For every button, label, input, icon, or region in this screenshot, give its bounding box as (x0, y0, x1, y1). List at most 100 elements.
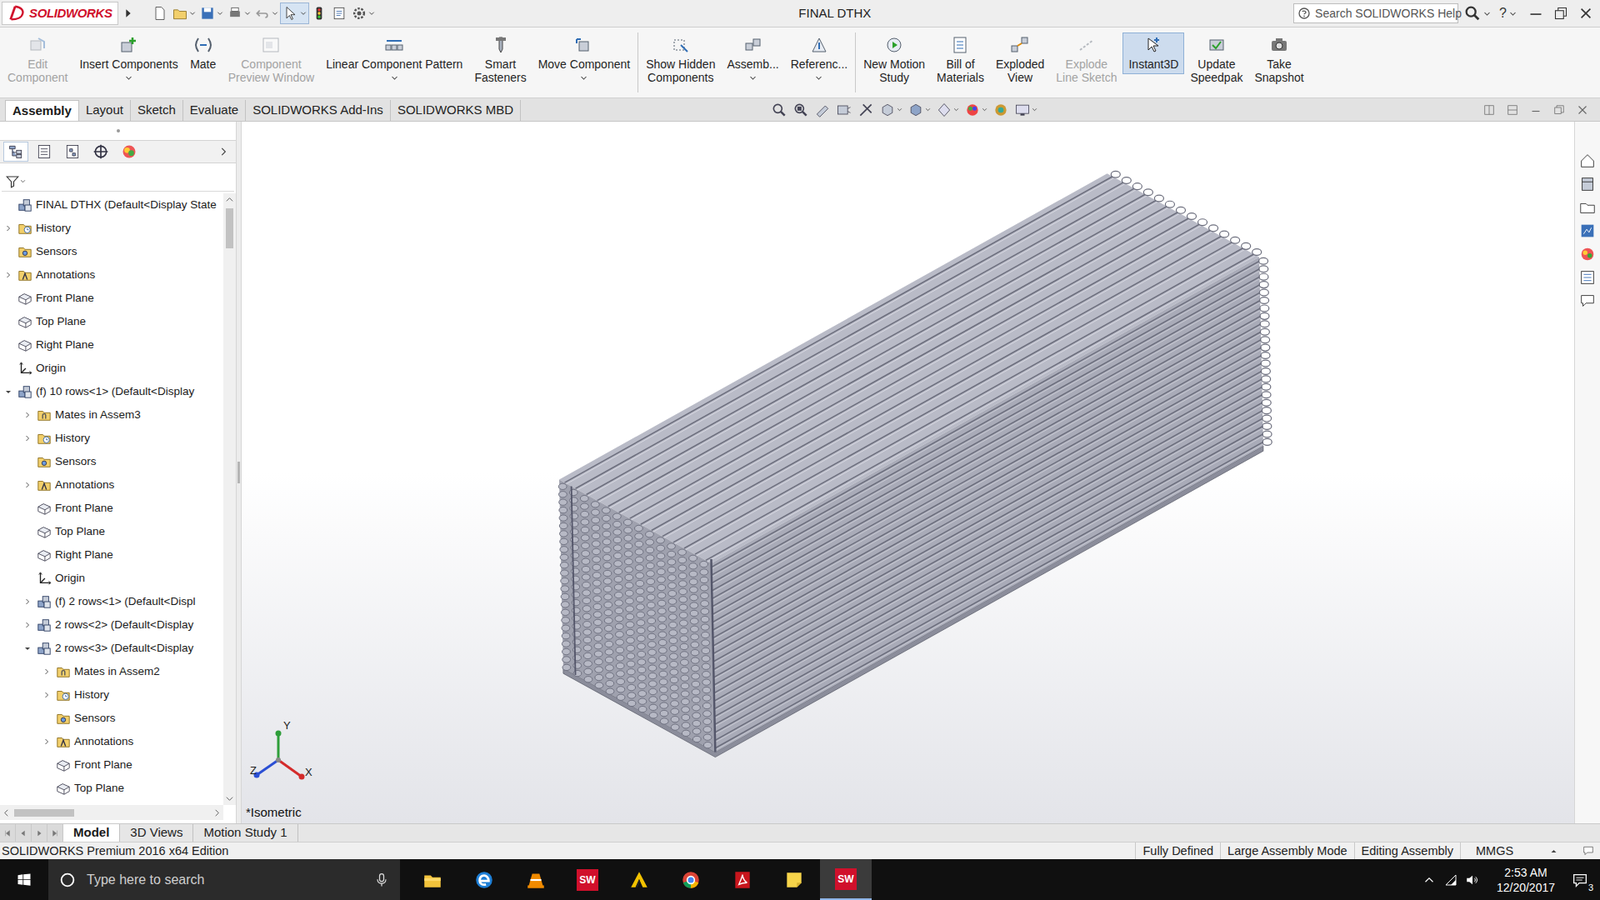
view-tool-button[interactable] (792, 101, 810, 119)
ribbon-button[interactable]: Bill of Materials (930, 32, 990, 88)
tree-row[interactable]: Front Plane (0, 286, 224, 310)
tree-expander[interactable] (40, 689, 53, 701)
expand-menu-icon[interactable] (121, 6, 135, 20)
dropdown-icon[interactable] (749, 74, 757, 82)
view-tool-button[interactable] (857, 101, 875, 119)
chevron-right-icon[interactable] (3, 223, 14, 234)
action-center-button[interactable]: 3 (1560, 859, 1600, 900)
ribbon-button[interactable]: Update Speedpak (1184, 32, 1249, 88)
tree-expander[interactable] (21, 595, 34, 608)
task-pane-icon[interactable] (1578, 245, 1597, 264)
taskbar-app[interactable] (458, 859, 510, 900)
tree-filter[interactable] (1, 171, 235, 192)
tree-row[interactable]: (f) 10 rows<1> (Default<Display (0, 380, 224, 404)
ribbon-button[interactable]: Component Preview Window (222, 32, 320, 88)
tree-row[interactable]: History (0, 683, 224, 707)
tree-expander[interactable] (21, 479, 34, 491)
quick-access-button[interactable] (309, 2, 330, 25)
view-tool-button[interactable] (1014, 101, 1038, 119)
taskbar-app[interactable] (768, 859, 820, 900)
quick-access-button[interactable] (197, 2, 225, 25)
tree-expander[interactable] (2, 222, 15, 235)
restore-icon[interactable] (1550, 2, 1572, 25)
task-pane-icon[interactable] (1578, 198, 1597, 217)
minimize-icon[interactable] (1528, 102, 1544, 118)
dropdown-icon[interactable] (1483, 10, 1491, 18)
tree-row[interactable]: (f) 2 rows<1> (Default<Displ (0, 590, 224, 614)
chevron-down-icon[interactable] (3, 386, 14, 397)
ribbon-button[interactable]: Smart Fasteners (468, 32, 532, 88)
tab-nav-button[interactable] (15, 824, 32, 842)
chevron-down-icon[interactable] (22, 643, 33, 654)
ribbon-button[interactable]: Show Hidden Components (640, 32, 721, 88)
chevron-right-icon[interactable] (22, 596, 33, 607)
volume-icon[interactable] (1465, 872, 1480, 888)
view-tool-button[interactable] (964, 101, 988, 119)
chevron-right-icon[interactable] (22, 410, 33, 420)
ribbon-button[interactable]: New Motion Study (857, 32, 931, 88)
ribbon-button[interactable]: Linear Component Pattern (320, 32, 469, 85)
dropdown-icon[interactable] (390, 74, 399, 82)
chevron-right-icon[interactable] (22, 620, 33, 630)
splitter-handle[interactable] (237, 461, 240, 484)
tab-nav-button[interactable] (31, 824, 48, 842)
scroll-left-icon[interactable] (1, 808, 11, 818)
dropdown-icon[interactable] (815, 74, 823, 82)
vertical-scrollbar[interactable] (223, 193, 236, 805)
clock[interactable]: 2:53 AM12/20/2017 (1491, 865, 1560, 895)
ribbon-button[interactable]: Edit Component (1, 32, 74, 88)
tree-expander[interactable] (40, 735, 53, 748)
tree-row[interactable]: Mates in Assem2 (0, 660, 224, 684)
panel-tab[interactable] (60, 141, 85, 162)
taskbar-app[interactable] (665, 859, 717, 900)
horizontal-scrollbar[interactable] (0, 805, 224, 820)
command-tab[interactable]: Layout (79, 100, 131, 121)
windows-start-icon[interactable] (15, 871, 33, 889)
panel-tab[interactable] (116, 141, 142, 162)
minimize-icon[interactable] (1525, 2, 1547, 25)
quick-access-button[interactable] (349, 2, 377, 25)
panel-grip[interactable] (0, 121, 236, 140)
tree-expander[interactable] (21, 409, 34, 421)
document-tab[interactable]: Model (63, 824, 120, 842)
tree-row[interactable]: Origin (0, 356, 224, 380)
chevron-right-icon[interactable] (22, 480, 33, 490)
quick-access-button[interactable] (225, 2, 253, 25)
scroll-up-icon[interactable] (225, 195, 235, 205)
command-tab[interactable]: Sketch (130, 100, 184, 121)
help-search-box[interactable]: Search SOLIDWORKS Help (1293, 3, 1459, 24)
dropdown-icon[interactable] (580, 74, 588, 82)
close-icon[interactable] (1575, 2, 1597, 25)
command-tab[interactable]: Evaluate (183, 100, 246, 121)
tree-row[interactable]: 2 rows<3> (Default<Display (0, 636, 224, 660)
app-logo[interactable]: SOLIDWORKS (1, 1, 119, 25)
tree-row[interactable]: 2 rows<2> (Default<Display (0, 613, 224, 637)
tree-row[interactable]: Sensors (0, 706, 224, 730)
ribbon-button[interactable]: Explode Line Sketch (1050, 32, 1123, 88)
scroll-down-icon[interactable] (225, 794, 235, 804)
tree-row[interactable]: History (0, 216, 224, 240)
taskbar-app[interactable]: SW (820, 859, 872, 900)
chevron-right-icon[interactable] (217, 145, 230, 158)
tree-row[interactable]: Top Plane (0, 520, 224, 544)
tab-nav-button[interactable] (0, 824, 16, 842)
tree-row[interactable]: Mates in Assem3 (0, 403, 224, 427)
help-button[interactable]: ? (1499, 3, 1507, 24)
dropdown-icon[interactable] (125, 74, 133, 82)
chevron-right-icon[interactable] (3, 270, 14, 280)
ribbon-button[interactable]: Insert Components (73, 32, 184, 85)
tree-row[interactable]: Annotations (0, 473, 224, 497)
command-tab[interactable]: SOLIDWORKS Add-Ins (245, 100, 391, 121)
view-tool-button[interactable] (835, 101, 853, 119)
view-tool-button[interactable] (770, 101, 788, 119)
tree-expander[interactable] (21, 619, 34, 631)
close-icon[interactable] (1575, 102, 1590, 118)
panel-tab[interactable] (88, 141, 114, 162)
command-tab[interactable]: SOLIDWORKS MBD (390, 100, 521, 121)
view-tool-button[interactable] (814, 101, 831, 119)
chevron-right-icon[interactable] (41, 736, 52, 747)
quick-access-button[interactable] (329, 2, 350, 25)
view-tool-button[interactable] (992, 101, 1010, 119)
tree-row[interactable]: Annotations (0, 263, 224, 287)
task-pane-icon[interactable] (1578, 291, 1597, 310)
